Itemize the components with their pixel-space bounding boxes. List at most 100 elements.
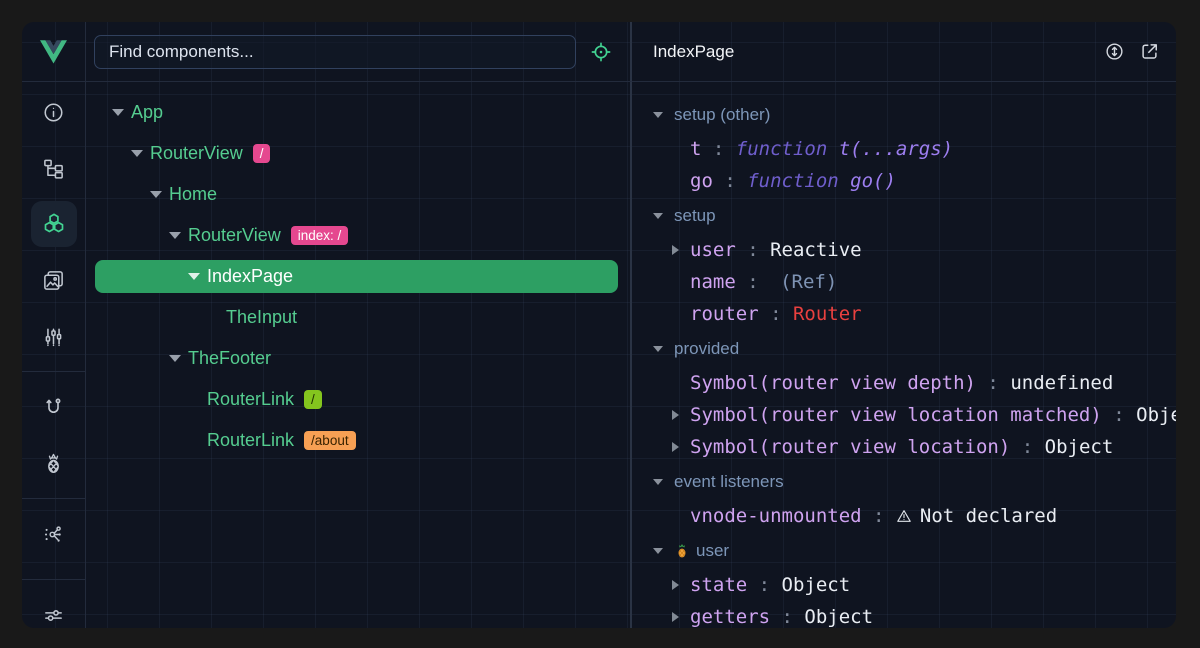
state-key: name (690, 271, 736, 293)
component-name: Home (169, 184, 217, 205)
caret-down-icon[interactable] (653, 112, 663, 118)
key-value-separator: : (1010, 436, 1044, 458)
state-key: Symbol(router view location) (690, 436, 1010, 458)
caret-down-icon[interactable] (112, 109, 124, 116)
state-row-vnode-unmounted: vnode-unmounted : Not declared (632, 500, 1176, 532)
tree-row-home[interactable]: Home (86, 174, 630, 215)
state-inspector-panel: setup (other)t : function t(...args)go :… (632, 82, 1176, 628)
state-row-state[interactable]: state : Object (632, 569, 1176, 601)
component-name: RouterView (188, 225, 281, 246)
tree-row-routerview[interactable]: RouterView index: / (86, 215, 630, 256)
state-value: Object (1136, 404, 1176, 426)
key-value-separator: : (1102, 404, 1136, 426)
section-title: event listeners (674, 472, 784, 492)
logo-cell (22, 22, 86, 82)
tree-row-indexpage[interactable]: IndexPage (86, 256, 630, 297)
sidebar-item-overview[interactable] (31, 89, 77, 135)
caret-down-icon[interactable] (169, 232, 181, 239)
state-row-symbol-router-view-location[interactable]: Symbol(router view location) : Object (632, 431, 1176, 463)
section-title: setup (674, 206, 716, 226)
state-key: Symbol(router view location matched) (690, 404, 1102, 426)
key-value-separator: : (976, 372, 1010, 394)
caret-down-icon[interactable] (653, 213, 663, 219)
state-key: t (690, 138, 701, 160)
graph-icon (42, 523, 65, 546)
sidebar-item-component-tree[interactable] (31, 145, 77, 191)
key-value-separator: : (770, 606, 804, 628)
key-value-separator: : (701, 138, 735, 160)
state-row-user[interactable]: user : Reactive (632, 234, 1176, 266)
sidebar-item-timeline[interactable] (31, 313, 77, 359)
open-in-editor-icon[interactable] (1139, 41, 1160, 62)
timeline-icon (42, 325, 65, 348)
state-value: function (736, 138, 839, 160)
tree-row-app[interactable]: App (86, 92, 630, 133)
section-title: provided (674, 339, 739, 359)
search-bar (86, 22, 632, 82)
section-header-user[interactable]: user (632, 532, 1176, 569)
state-key: router (690, 303, 759, 325)
info-icon (42, 101, 65, 124)
inspector-header: IndexPage (632, 22, 1176, 82)
caret-down-icon[interactable] (653, 479, 663, 485)
tree-row-routerlink[interactable]: RouterLink/about (86, 420, 630, 461)
caret-down-icon[interactable] (188, 273, 200, 280)
tree-row-thefooter[interactable]: TheFooter (86, 338, 630, 379)
component-name: TheFooter (188, 348, 271, 369)
state-value: Not declared (920, 505, 1057, 527)
state-key: vnode-unmounted (690, 505, 862, 527)
sidebar-item-pinia[interactable] (31, 440, 77, 486)
caret-down-icon[interactable] (653, 346, 663, 352)
sidebar-item-graph[interactable] (31, 511, 77, 557)
caret-right-icon[interactable] (672, 245, 679, 255)
section-header-setup-other[interactable]: setup (other) (632, 96, 1176, 133)
tree-row-theinput[interactable]: TheInput (86, 297, 630, 338)
components-icon (42, 212, 66, 236)
key-value-separator: : (747, 574, 781, 596)
sidebar-item-router[interactable] (31, 384, 77, 430)
key-value-separator: : (736, 239, 770, 261)
sidebar-divider (22, 579, 86, 580)
pinia-icon (42, 452, 65, 475)
caret-right-icon[interactable] (672, 612, 679, 622)
route-badge: index: / (291, 226, 349, 246)
state-value: Reactive (770, 239, 862, 261)
tree-row-routerlink[interactable]: RouterLink / (86, 379, 630, 420)
warning-icon (896, 508, 912, 524)
state-row-symbol-router-view-location-matched[interactable]: Symbol(router view location matched) : O… (632, 399, 1176, 431)
component-name: TheInput (226, 307, 297, 328)
caret-down-icon[interactable] (653, 548, 663, 554)
caret-right-icon[interactable] (672, 580, 679, 590)
sidebar-item-pages[interactable] (31, 257, 77, 303)
section-header-setup[interactable]: setup (632, 197, 1176, 234)
state-row-getters[interactable]: getters : Object (632, 601, 1176, 628)
sidebar-divider (22, 498, 86, 499)
route-badge: / (304, 390, 322, 410)
scroll-to-component-icon[interactable] (1104, 41, 1125, 62)
caret-down-icon[interactable] (169, 355, 181, 362)
state-row-name: name : (Ref) (632, 266, 1176, 298)
tree-row-routerview[interactable]: RouterView/ (86, 133, 630, 174)
sidebar-item-settings[interactable] (31, 592, 77, 628)
section-header-event-listeners[interactable]: event listeners (632, 463, 1176, 500)
caret-right-icon[interactable] (672, 442, 679, 452)
state-key: getters (690, 606, 770, 628)
pinia-pineapple-icon (674, 543, 690, 559)
state-value: Router (793, 303, 862, 325)
state-value: Object (1045, 436, 1114, 458)
caret-down-icon[interactable] (131, 150, 143, 157)
sidebar-item-components[interactable] (31, 201, 77, 247)
caret-down-icon[interactable] (150, 191, 162, 198)
component-name: App (131, 102, 163, 123)
section-header-provided[interactable]: provided (632, 330, 1176, 367)
locate-component-icon[interactable] (590, 41, 612, 63)
state-value: Object (804, 606, 873, 628)
caret-right-icon[interactable] (672, 410, 679, 420)
component-name: RouterLink (207, 430, 294, 451)
search-input[interactable] (94, 35, 576, 69)
component-name: RouterView (150, 143, 243, 164)
pages-icon (42, 269, 65, 292)
section-title: setup (other) (674, 105, 770, 125)
component-name: RouterLink (207, 389, 294, 410)
section-title: user (696, 541, 729, 561)
